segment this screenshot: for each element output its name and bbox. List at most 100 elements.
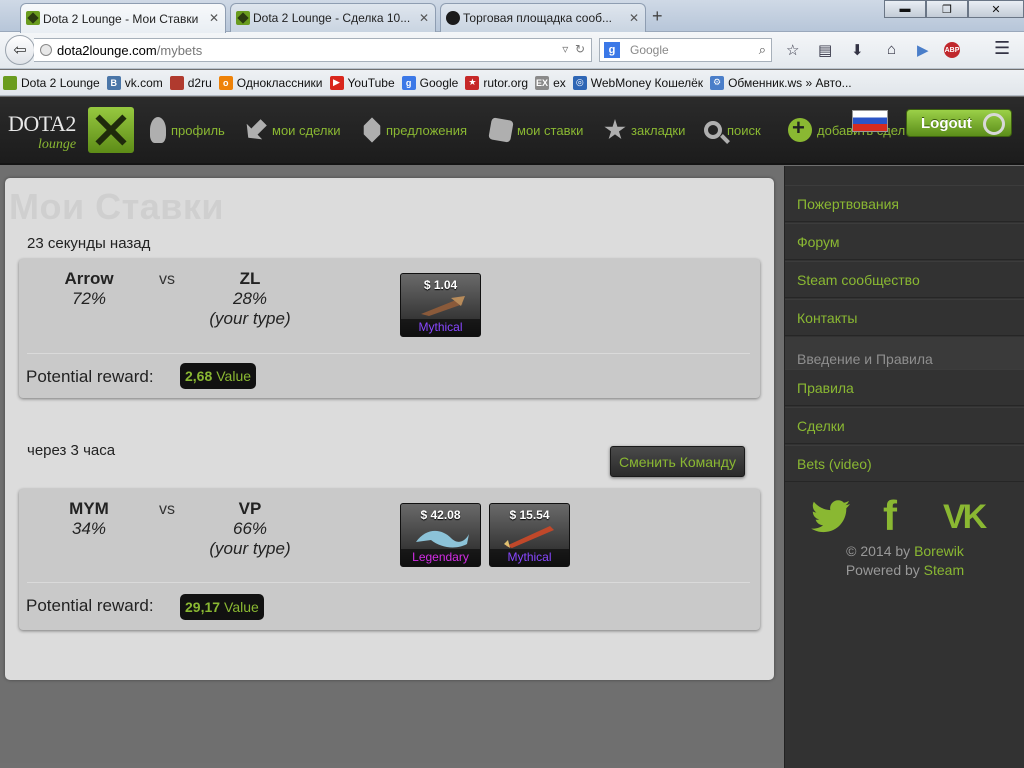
bookmark-label: Google bbox=[419, 75, 459, 90]
browser-tab[interactable]: Торговая площадка сооб... ✕ bbox=[440, 3, 646, 32]
sidebar-item-rules[interactable]: Правила bbox=[785, 369, 1024, 406]
your-type-label: (your type) bbox=[209, 309, 291, 328]
bookmark-item[interactable]: Bvk.com bbox=[106, 75, 163, 90]
bookmark-label: rutor.org bbox=[483, 75, 529, 90]
search-box[interactable]: g Google ⌕ bbox=[599, 38, 772, 62]
team-left[interactable]: MYM 34% bbox=[49, 499, 129, 539]
menu-label: закладки bbox=[631, 122, 686, 138]
downloads-icon[interactable]: ⬇ bbox=[851, 41, 864, 59]
maximize-button[interactable]: ❐ bbox=[926, 0, 968, 18]
bookmark-item[interactable]: ▶ YouTube bbox=[329, 75, 395, 90]
footer-line-powered: Powered by Steam bbox=[785, 561, 1024, 580]
bookmark-item[interactable]: ⚙ Обменник.ws » Авто... bbox=[710, 75, 852, 90]
team-percent: 28% bbox=[232, 289, 268, 308]
bet-card: MYM 34% vs VP 66% (your type) $ 42.08 Le… bbox=[19, 489, 760, 630]
new-tab-button[interactable]: + bbox=[652, 6, 663, 27]
bookmark-favicon-icon bbox=[169, 75, 184, 90]
menu-bookmarks[interactable]: закладки bbox=[604, 97, 685, 163]
sidebar-item-donations[interactable]: Пожертвования bbox=[785, 185, 1024, 222]
team-left[interactable]: Arrow 72% bbox=[49, 269, 129, 309]
logo-sub: lounge bbox=[38, 137, 77, 152]
bookmark-item[interactable]: ★ rutor.org bbox=[465, 75, 529, 90]
bookmark-label: Одноклассники bbox=[236, 75, 323, 90]
item-rarity: Mythical bbox=[490, 549, 569, 566]
sidebar-item-contacts[interactable]: Контакты bbox=[785, 299, 1024, 336]
sidebar-item-forum[interactable]: Форум bbox=[785, 223, 1024, 260]
bookmark-item[interactable]: EX ex bbox=[535, 75, 566, 90]
menu-label: мои сделки bbox=[272, 122, 341, 138]
bookmark-label: d2ru bbox=[187, 75, 212, 90]
facebook-icon[interactable]: f bbox=[883, 492, 897, 540]
item-rarity: Mythical bbox=[401, 319, 480, 336]
item-price: $ 1.04 bbox=[423, 278, 458, 292]
sidebar-item-steam-community[interactable]: Steam сообщество bbox=[785, 261, 1024, 298]
bet-item[interactable]: $ 42.08 Legendary bbox=[400, 503, 481, 567]
team-right[interactable]: ZL 28% (your type) bbox=[195, 269, 305, 329]
bet-item[interactable]: $ 15.54 Mythical bbox=[489, 503, 570, 567]
menu-my-trades[interactable]: мои сделки bbox=[245, 97, 340, 163]
search-placeholder: Google bbox=[630, 43, 669, 57]
url-host: dota2lounge.com bbox=[57, 42, 157, 58]
bookmark-favicon-icon: ▶ bbox=[329, 75, 344, 90]
team-percent: 34% bbox=[71, 519, 107, 538]
tab-close-icon[interactable]: ✕ bbox=[209, 11, 219, 25]
tab-close-icon[interactable]: ✕ bbox=[419, 11, 429, 25]
sidebar-item-bets-video[interactable]: Bets (video) bbox=[785, 445, 1024, 482]
item-artwork-icon bbox=[504, 526, 554, 548]
twitter-icon[interactable] bbox=[811, 500, 851, 534]
site-logo[interactable]: DOTA2 lounge bbox=[8, 107, 134, 153]
bookmark-item[interactable]: d2ru bbox=[169, 75, 212, 90]
footer-line-copyright: © 2014 by Borewik bbox=[785, 542, 1024, 561]
team-right[interactable]: VP 66% (your type) bbox=[195, 499, 305, 559]
bookmark-item[interactable]: o Одноклассники bbox=[218, 75, 323, 90]
steam-link[interactable]: Steam bbox=[924, 562, 964, 578]
menu-my-bets[interactable]: мои ставки bbox=[488, 97, 583, 163]
social-links: f VK bbox=[809, 492, 1009, 544]
bookmark-item[interactable]: g Google bbox=[401, 75, 459, 90]
menu-search[interactable]: поиск bbox=[704, 97, 761, 163]
reload-icon[interactable]: ▿ ↻ bbox=[562, 42, 585, 56]
pocket-icon[interactable]: ▶ bbox=[917, 41, 929, 59]
bookmark-item[interactable]: Dota 2 Lounge bbox=[3, 75, 100, 90]
adblock-icon[interactable]: ABP bbox=[944, 42, 960, 58]
bookmarks-list-icon[interactable]: ▤ bbox=[818, 41, 832, 59]
dota-emblem-icon bbox=[88, 107, 134, 153]
team-name: VP bbox=[238, 499, 262, 518]
menu-add-trade[interactable]: добавить сдел bbox=[788, 97, 906, 163]
sidebar-item-trades[interactable]: Сделки bbox=[785, 407, 1024, 444]
bookmark-label: Обменник.ws » Авто... bbox=[728, 75, 852, 90]
bookmark-star-icon[interactable]: ☆ bbox=[786, 41, 799, 59]
browser-tab[interactable]: Dota 2 Lounge - Сделка 10... ✕ bbox=[230, 3, 436, 32]
switch-team-button[interactable]: Сменить Команду bbox=[610, 446, 745, 477]
tab-close-icon[interactable]: ✕ bbox=[629, 11, 639, 25]
bookmark-label: WebMoney Кошелёк bbox=[590, 75, 704, 90]
bet-item[interactable]: $ 1.04 Mythical bbox=[400, 273, 481, 337]
browser-tab-bar: Dota 2 Lounge - Мои Ставки ✕ Dota 2 Loun… bbox=[0, 0, 1024, 33]
menu-offers[interactable]: предложения bbox=[363, 97, 467, 163]
close-window-button[interactable]: ✕ bbox=[968, 0, 1024, 18]
search-icon[interactable]: ⌕ bbox=[759, 42, 766, 58]
team-name: ZL bbox=[239, 269, 261, 288]
browser-tab-active[interactable]: Dota 2 Lounge - Мои Ставки ✕ bbox=[20, 3, 226, 33]
menu-icon[interactable]: ☰ bbox=[994, 38, 1010, 59]
vk-icon[interactable]: VK bbox=[943, 498, 987, 537]
russian-flag-icon[interactable] bbox=[852, 110, 888, 132]
dota-favicon-icon bbox=[236, 11, 250, 25]
dice-icon bbox=[488, 117, 514, 143]
back-button[interactable]: ⇦ bbox=[5, 35, 35, 65]
window-controls: ▬ ❐ ✕ bbox=[884, 0, 1024, 18]
item-price: $ 15.54 bbox=[509, 508, 550, 522]
home-icon[interactable]: ⌂ bbox=[887, 41, 896, 58]
menu-profile[interactable]: профиль bbox=[150, 97, 225, 163]
author-link[interactable]: Borewik bbox=[914, 543, 964, 559]
logout-button[interactable]: Logout bbox=[906, 109, 1012, 137]
url-path: /mybets bbox=[156, 42, 203, 58]
minimize-button[interactable]: ▬ bbox=[884, 0, 926, 18]
bookmark-item[interactable]: ◎ WebMoney Кошелёк bbox=[572, 75, 704, 90]
menu-label: поиск bbox=[727, 122, 761, 138]
tab-title: Dota 2 Lounge - Мои Ставки bbox=[43, 11, 199, 26]
url-bar[interactable]: dota2lounge.com/mybets ▿ ↻ bbox=[34, 38, 592, 62]
sidebar: Пожертвования Форум Steam сообщество Кон… bbox=[784, 166, 1024, 768]
divider bbox=[27, 353, 750, 354]
reward-unit: Value bbox=[216, 368, 252, 384]
